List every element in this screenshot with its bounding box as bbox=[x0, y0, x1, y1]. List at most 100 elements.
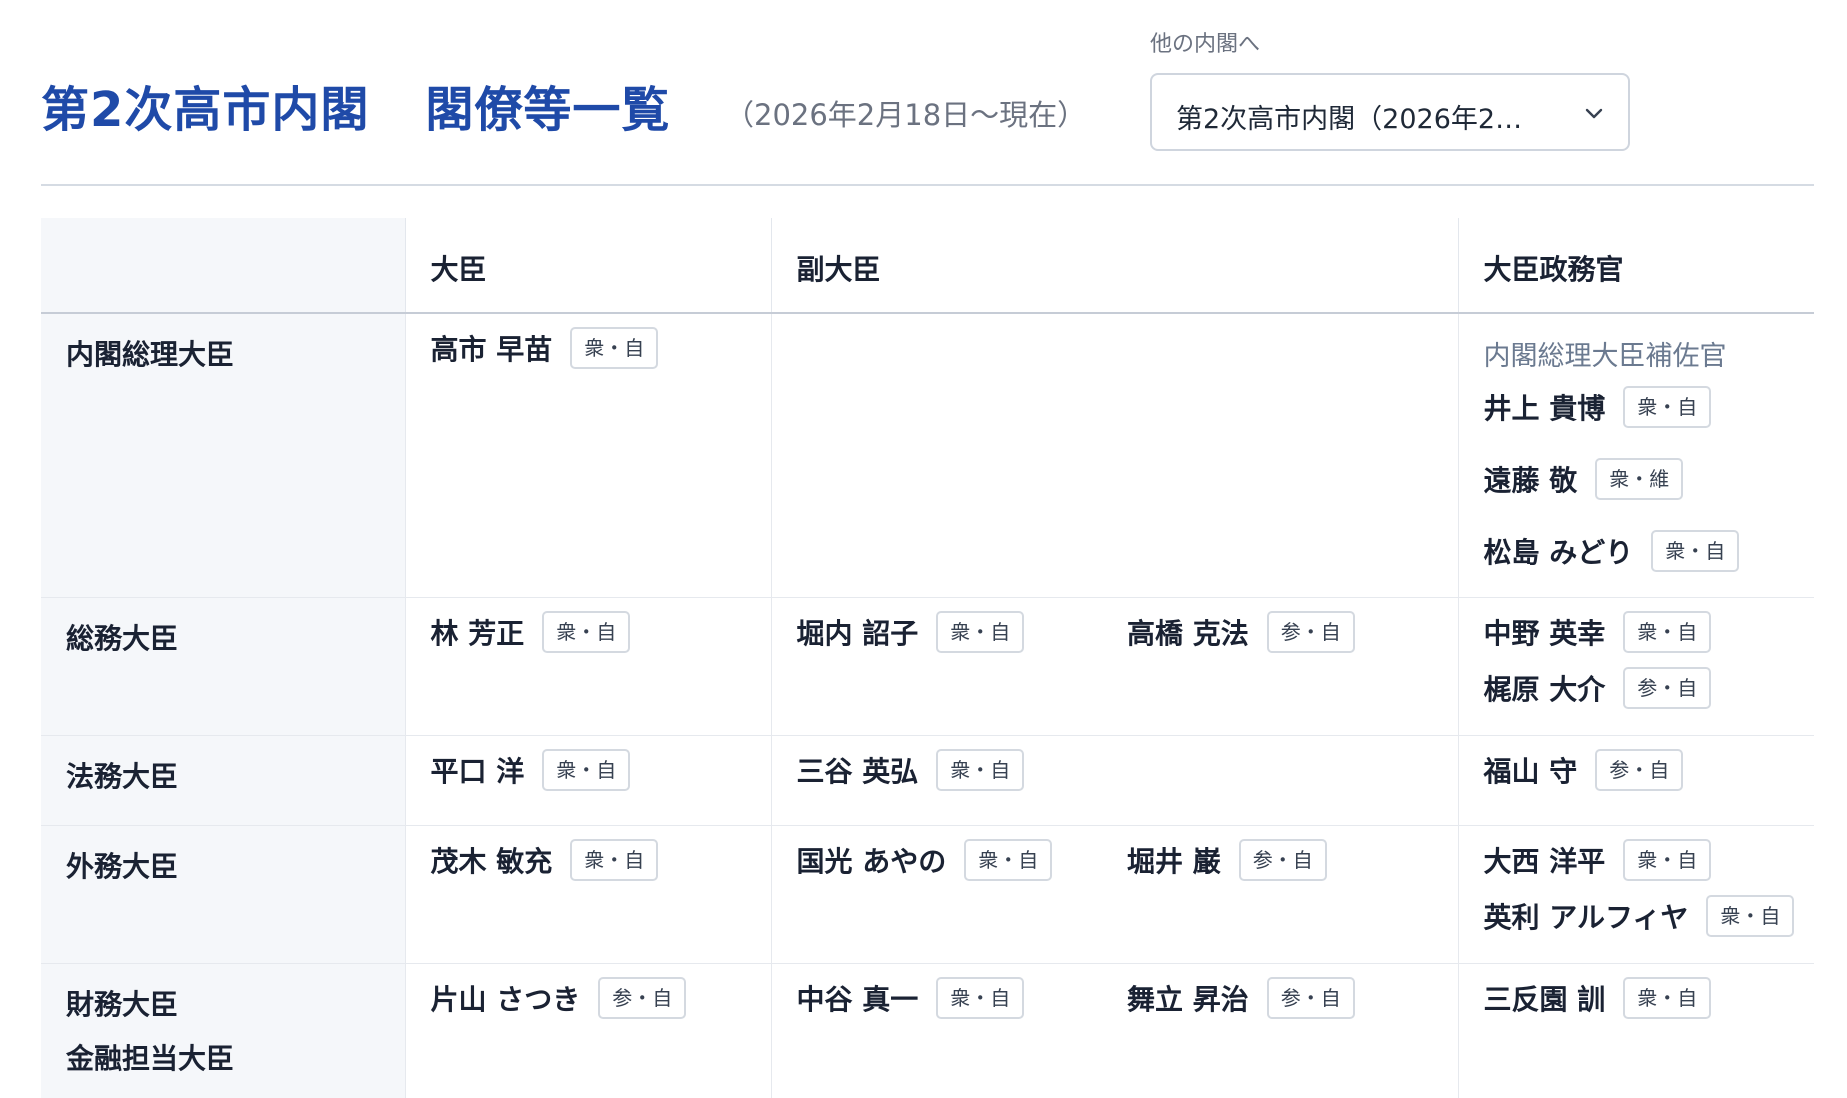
party-badge: 衆・自 bbox=[1623, 838, 1712, 881]
party-badge: 衆・自 bbox=[570, 327, 659, 369]
person-name: 林 芳正 bbox=[430, 616, 525, 650]
vice-minister-cell: 三谷 英弘 衆・自 bbox=[770, 734, 1458, 825]
ministry-cell: 外務大臣 bbox=[41, 824, 405, 963]
person-name: 片山 さつき bbox=[430, 982, 581, 1016]
person-entry[interactable]: 舞立 昇治 参・自 bbox=[1127, 976, 1355, 1020]
person-entry[interactable]: 遠藤 敬 衆・維 bbox=[1484, 457, 1684, 501]
vice-minister-list: 国光 あやの 衆・自 堀井 巌 参・自 bbox=[797, 826, 1458, 882]
vice-minister-cell: 国光 あやの 衆・自 堀井 巌 参・自 bbox=[770, 824, 1458, 963]
cabinet-period: （2026年2月18日～現在） bbox=[725, 98, 1087, 132]
vice-minister-cell: 堀内 詔子 衆・自 高橋 克法 参・自 bbox=[770, 596, 1458, 735]
minister-cell: 林 芳正 衆・自 bbox=[404, 596, 771, 735]
party-badge: 参・自 bbox=[1623, 666, 1712, 709]
person-entry[interactable]: 英利 アルフィヤ 衆・自 bbox=[1484, 894, 1795, 938]
vice-minister-cell bbox=[770, 312, 1458, 597]
person-entry[interactable]: 三谷 英弘 衆・自 bbox=[797, 748, 1025, 792]
party-badge: 衆・自 bbox=[936, 610, 1025, 653]
col-header-minister: 大臣 bbox=[404, 218, 771, 314]
person-name: 井上 貴博 bbox=[1483, 392, 1606, 425]
party-badge: 参・自 bbox=[1595, 748, 1684, 791]
cabinet-page: 第2次高市内閣 閣僚等一覧 （2026年2月18日～現在） 他の内閣へ 第2次高市… bbox=[0, 0, 1847, 1098]
person-entry[interactable]: 高市 早苗 衆・自 bbox=[431, 326, 659, 370]
party-badge: 衆・自 bbox=[1651, 530, 1740, 572]
person-name: 高市 早苗 bbox=[430, 333, 553, 366]
ministry-name: 財務大臣 bbox=[66, 987, 179, 1021]
person-entry[interactable]: 福山 守 参・自 bbox=[1484, 748, 1684, 792]
party-badge: 衆・自 bbox=[1706, 894, 1795, 937]
person-entry[interactable]: 松島 みどり 衆・自 bbox=[1484, 529, 1740, 573]
parliamentary-secretary-cell: 福山 守 参・自 bbox=[1457, 734, 1814, 825]
col-header-parliamentary-secretary: 大臣政務官 bbox=[1457, 218, 1814, 314]
ministry-cell: 総務大臣 bbox=[41, 596, 405, 735]
person-name: 英利 アルフィヤ bbox=[1483, 900, 1689, 934]
table-row: 法務大臣 平口 洋 衆・自 三谷 英弘 衆・自 福山 守 参・自 bbox=[41, 734, 1814, 825]
party-badge: 衆・自 bbox=[542, 610, 631, 653]
person-list: 井上 貴博 衆・自 遠藤 敬 衆・維 松島 みどり 衆・自 bbox=[1484, 385, 1815, 573]
party-badge: 衆・自 bbox=[570, 838, 659, 881]
person-entry[interactable]: 堀井 巌 参・自 bbox=[1127, 838, 1327, 882]
ministry-cell: 財務大臣 金融担当大臣 bbox=[41, 962, 405, 1098]
person-name: 松島 みどり bbox=[1483, 536, 1634, 569]
party-badge: 衆・自 bbox=[1623, 976, 1712, 1019]
person-entry[interactable]: 中野 英幸 衆・自 bbox=[1484, 610, 1712, 654]
other-cabinet-label: 他の内閣へ bbox=[1150, 32, 1261, 57]
person-entry[interactable]: 三反園 訓 衆・自 bbox=[1484, 976, 1712, 1020]
aide-role-label: 内閣総理大臣補佐官 bbox=[1483, 341, 1727, 372]
person-entry[interactable]: 林 芳正 衆・自 bbox=[431, 610, 631, 654]
person-name: 舞立 昇治 bbox=[1127, 982, 1249, 1016]
person-name: 堀井 巌 bbox=[1127, 844, 1221, 878]
person-entry[interactable]: 梶原 大介 参・自 bbox=[1484, 666, 1712, 710]
person-entry[interactable]: 中谷 真一 衆・自 bbox=[797, 976, 1025, 1020]
minister-cell: 片山 さつき 参・自 bbox=[404, 962, 771, 1098]
page-title: 第2次高市内閣 閣僚等一覧 bbox=[41, 70, 670, 140]
person-name: 中谷 真一 bbox=[796, 982, 919, 1016]
party-badge: 衆・維 bbox=[1595, 458, 1684, 500]
party-badge: 衆・自 bbox=[964, 838, 1053, 881]
person-entry[interactable]: 片山 さつき 参・自 bbox=[431, 976, 687, 1020]
parliamentary-secretary-cell: 中野 英幸 衆・自 梶原 大介 参・自 bbox=[1457, 596, 1814, 735]
person-entry[interactable]: 茂木 敏充 衆・自 bbox=[431, 838, 659, 882]
cabinet-table: 大臣 副大臣 大臣政務官 内閣総理大臣 高市 早苗 衆・自 内閣総理大臣補佐官 … bbox=[41, 218, 1814, 1098]
cabinet-select-value: 第2次高市内閣（2026年2… bbox=[1176, 104, 1523, 135]
ministry-name: 外務大臣 bbox=[66, 849, 179, 883]
minister-cell: 茂木 敏充 衆・自 bbox=[404, 824, 771, 963]
header-divider bbox=[41, 184, 1814, 186]
vice-minister-cell: 中谷 真一 衆・自 舞立 昇治 参・自 bbox=[770, 962, 1458, 1098]
person-name: 平口 洋 bbox=[430, 754, 525, 788]
page-header: 第2次高市内閣 閣僚等一覧 （2026年2月18日～現在） 他の内閣へ 第2次高市… bbox=[41, 0, 1814, 185]
parliamentary-secretary-cell: 内閣総理大臣補佐官 井上 貴博 衆・自 遠藤 敬 衆・維 松島 みどり 衆・自 bbox=[1457, 312, 1815, 597]
party-badge: 衆・自 bbox=[1623, 610, 1712, 653]
minister-cell: 平口 洋 衆・自 bbox=[404, 734, 771, 825]
title-cabinet-name: 第2次高市内閣 bbox=[41, 82, 370, 138]
col-header-ministry bbox=[41, 218, 405, 314]
parliamentary-secretary-cell: 大西 洋平 衆・自 英利 アルフィヤ 衆・自 bbox=[1457, 824, 1814, 963]
ministry-name: 内閣総理大臣 bbox=[66, 338, 235, 371]
party-badge: 衆・自 bbox=[936, 748, 1025, 791]
ministry-cell: 法務大臣 bbox=[41, 734, 405, 825]
person-name: 国光 あやの bbox=[796, 844, 947, 878]
person-name: 中野 英幸 bbox=[1483, 616, 1606, 650]
person-name: 大西 洋平 bbox=[1483, 844, 1606, 878]
person-name: 堀内 詔子 bbox=[796, 616, 919, 650]
person-name: 茂木 敏充 bbox=[430, 844, 553, 878]
table-row: 外務大臣 茂木 敏充 衆・自 国光 あやの 衆・自 堀井 巌 参・自 大西 洋平… bbox=[41, 824, 1814, 963]
col-header-vice-minister: 副大臣 bbox=[770, 218, 1458, 314]
vice-minister-list: 堀内 詔子 衆・自 高橋 克法 参・自 bbox=[797, 598, 1458, 654]
party-badge: 参・自 bbox=[1238, 838, 1327, 881]
ministry-name: 総務大臣 bbox=[66, 621, 179, 655]
ministry-name: 法務大臣 bbox=[66, 759, 179, 793]
minister-cell: 高市 早苗 衆・自 bbox=[404, 312, 771, 597]
party-badge: 衆・自 bbox=[1623, 386, 1712, 428]
person-entry[interactable]: 高橋 克法 参・自 bbox=[1127, 610, 1355, 654]
vice-minister-list: 中谷 真一 衆・自 舞立 昇治 参・自 bbox=[797, 964, 1458, 1020]
party-badge: 衆・自 bbox=[936, 976, 1025, 1019]
person-entry[interactable]: 井上 貴博 衆・自 bbox=[1484, 385, 1712, 429]
person-entry[interactable]: 堀内 詔子 衆・自 bbox=[797, 610, 1025, 654]
person-entry[interactable]: 大西 洋平 衆・自 bbox=[1484, 838, 1712, 882]
person-entry[interactable]: 平口 洋 衆・自 bbox=[431, 748, 631, 792]
table-header-row: 大臣 副大臣 大臣政務官 bbox=[41, 218, 1814, 314]
ministry-cell: 内閣総理大臣 bbox=[41, 312, 405, 597]
party-badge: 衆・自 bbox=[542, 748, 631, 791]
person-entry[interactable]: 国光 あやの 衆・自 bbox=[797, 838, 1053, 882]
cabinet-select[interactable]: 第2次高市内閣（2026年2… bbox=[1150, 73, 1630, 151]
